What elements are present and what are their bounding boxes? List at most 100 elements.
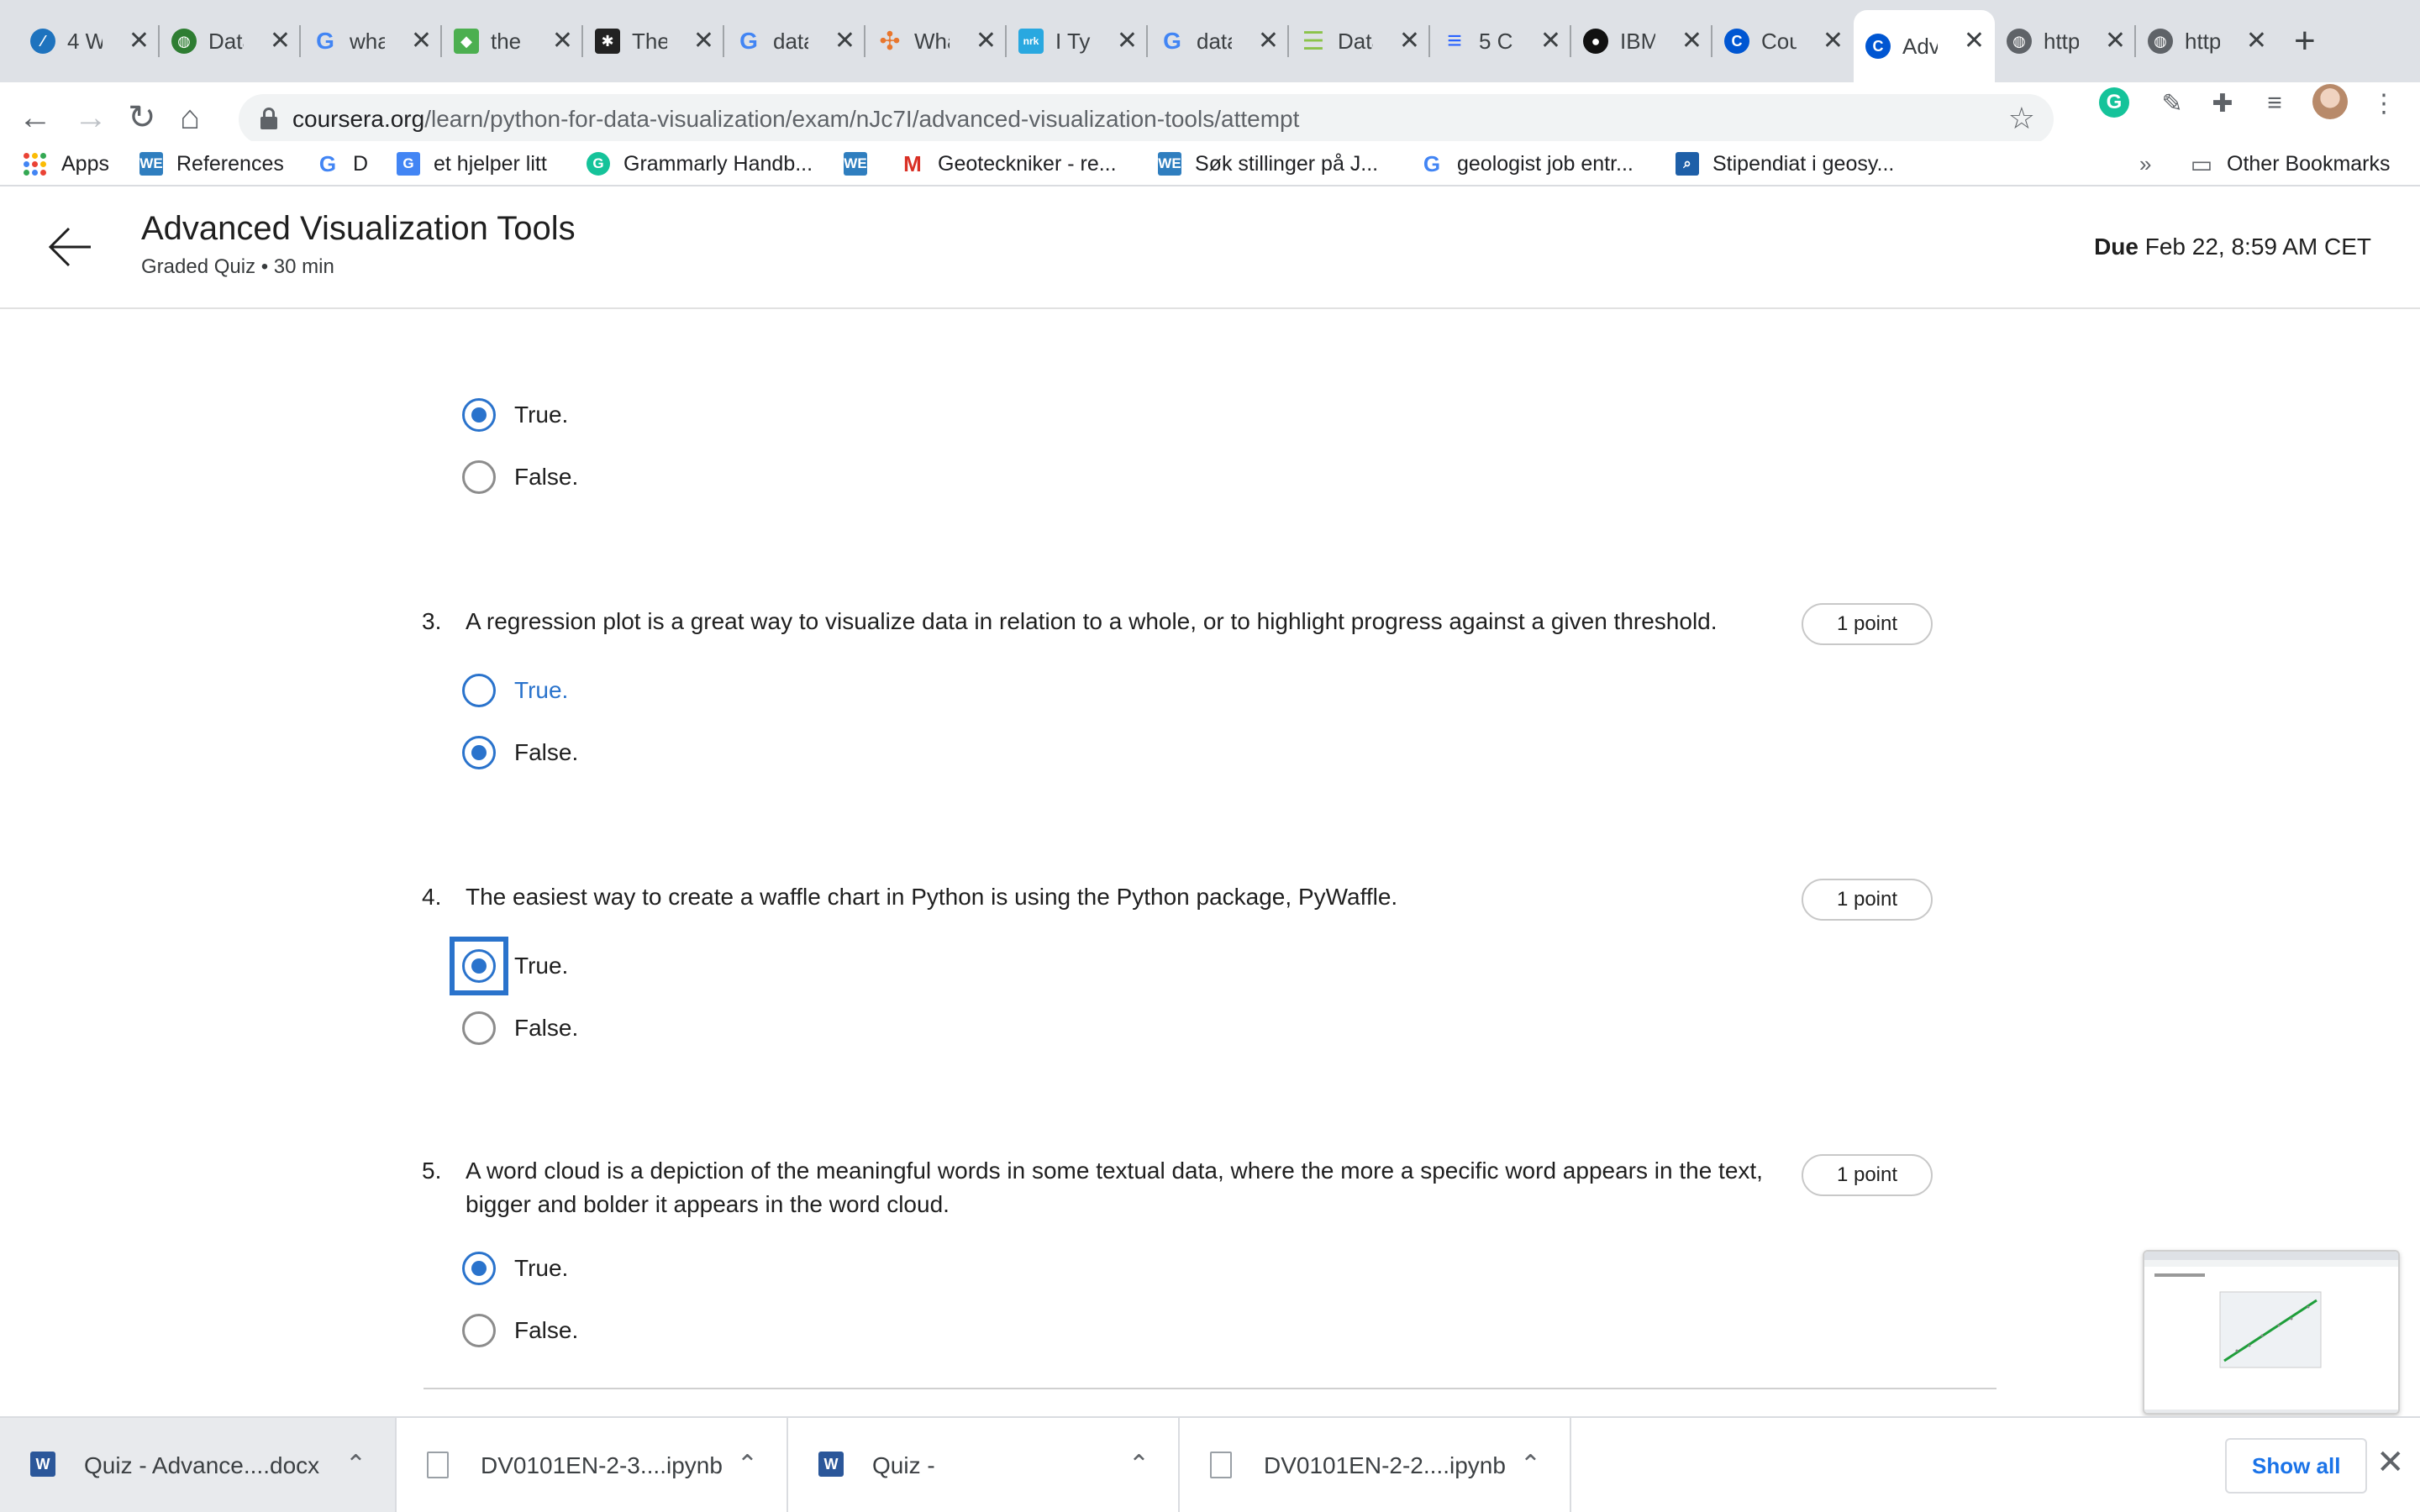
close-tab-icon[interactable]: ✕ [1681,27,1702,55]
bookmark-references[interactable]: WE References [139,150,284,178]
bookmark-apps[interactable]: Apps [24,150,109,178]
grammarly-extension-icon[interactable]: G [2099,87,2129,118]
browser-tab[interactable]: C Cou ✕ [1712,10,1854,72]
close-tab-icon[interactable]: ✕ [1540,27,1561,55]
divider [424,1388,1996,1389]
option-false[interactable]: False. [462,1312,578,1349]
bookmark-translate[interactable]: G et hjelper litt [397,150,547,178]
option-true[interactable]: True. [462,396,568,433]
reading-list-icon[interactable]: ≡ [2259,87,2291,119]
download-item[interactable]: W Quiz - ⌃ [788,1418,1180,1512]
option-false[interactable]: False. [462,1010,578,1047]
close-tab-icon[interactable]: ✕ [1964,27,1985,55]
browser-tab[interactable]: ⁄ 4 Ways ✕ [18,10,160,72]
browser-tab[interactable]: ◍ http ✕ [1995,10,2136,72]
radio-unselected[interactable] [462,1011,496,1045]
we-icon: WE [139,152,163,176]
close-tab-icon[interactable]: ✕ [270,27,291,55]
radio-unselected[interactable] [462,674,496,707]
question-number: 3. [422,608,442,634]
bookmark-we[interactable]: WE [844,150,881,178]
option-false[interactable]: False. [462,459,578,496]
close-tab-icon[interactable]: ✕ [1399,27,1420,55]
lock-icon[interactable] [260,108,277,129]
profile-avatar[interactable] [2312,84,2348,119]
bars-icon: ☰ [1302,27,1325,55]
chevron-up-icon[interactable]: ⌃ [345,1450,366,1479]
option-true[interactable]: True. [450,937,568,995]
extensions-puzzle-icon[interactable]: ✚ [2207,87,2238,119]
browser-tab[interactable]: ☰ Data ✕ [1289,10,1430,72]
bookmark-sok-stillinger[interactable]: WE Søk stillinger på J... [1158,150,1378,178]
browser-tab[interactable]: ✱ The ✕ [583,10,724,72]
browser-tab[interactable]: ◍ http ✕ [2136,10,2277,72]
download-filename: Quiz - [872,1452,935,1478]
browser-tab-active[interactable]: C Adv ✕ [1854,10,1995,82]
download-item[interactable]: W Quiz - Advance....docx ⌃ [0,1418,397,1512]
option-false[interactable]: False. [462,734,578,771]
bookmark-d[interactable]: G D [316,150,368,178]
close-tab-icon[interactable]: ✕ [1258,27,1279,55]
browser-tab[interactable]: G data ✕ [1148,10,1289,72]
we-icon: WE [1158,152,1181,176]
radio-selected[interactable] [450,937,508,995]
browser-tab[interactable]: ≡ 5 C ✕ [1430,10,1571,72]
close-icon[interactable]: ✕ [2376,1443,2405,1482]
menu-kebab-icon[interactable]: ⋮ [2368,87,2400,119]
close-tab-icon[interactable]: ✕ [411,27,432,55]
bookmark-stipendiat[interactable]: ⌕ Stipendiat i geosy... [1676,150,1894,178]
browser-tab[interactable]: ✣ What ✕ [865,10,1007,72]
close-tab-icon[interactable]: ✕ [693,27,714,55]
browser-tab[interactable]: ● IBM ✕ [1571,10,1712,72]
browser-tab-strip: ⁄ 4 Ways ✕ ◍ Data ✕ G what ✕ ◆ the ✕ ✱ T… [0,0,2420,82]
other-bookmarks[interactable]: ▭ Other Bookmarks [2190,150,2391,178]
google-icon: G [316,28,334,54]
close-tab-icon[interactable]: ✕ [976,27,997,55]
close-tab-icon[interactable]: ✕ [129,27,150,55]
browser-tab[interactable]: G data ✕ [724,10,865,72]
chevron-up-icon[interactable]: ⌃ [1520,1450,1541,1479]
chevron-up-icon[interactable]: ⌃ [1128,1450,1150,1479]
close-tab-icon[interactable]: ✕ [2105,27,2126,55]
close-tab-icon[interactable]: ✕ [1117,27,1138,55]
radio-selected[interactable] [462,398,496,432]
download-item[interactable]: DV0101EN-2-3....ipynb ⌃ [397,1418,788,1512]
radio-selected[interactable] [462,1252,496,1285]
bookmark-star-icon[interactable]: ☆ [2008,101,2035,136]
close-tab-icon[interactable]: ✕ [552,27,573,55]
bookmark-geologist-job[interactable]: G geologist job entr... [1420,150,1634,178]
address-bar[interactable]: coursera.org/learn/python-for-data-visua… [239,94,2054,144]
forward-icon[interactable]: → [74,99,108,136]
option-true[interactable]: True. [462,1250,568,1287]
back-icon[interactable]: ← [18,99,52,136]
home-icon[interactable]: ⌂ [180,99,200,136]
show-all-button[interactable]: Show all [2225,1438,2368,1494]
new-tab-icon[interactable]: + [2294,20,2316,62]
reload-icon[interactable]: ↻ [128,99,156,136]
eyedropper-extension-icon[interactable]: ✎ [2156,87,2188,119]
download-item[interactable]: DV0101EN-2-2....ipynb ⌃ [1180,1418,1571,1512]
browser-tab[interactable]: nrk I Ty ✕ [1007,10,1148,72]
word-doc-icon: W [30,1452,55,1477]
folder-icon: ▭ [2190,150,2213,177]
question-text: A word cloud is a depiction of the meani… [466,1158,1763,1217]
close-tab-icon[interactable]: ✕ [2246,27,2267,55]
page-title: Advanced Visualization Tools [141,210,576,247]
browser-tab[interactable]: ◆ the ✕ [442,10,583,72]
bookmark-geoteckniker[interactable]: M Geoteckniker - re... [901,150,1116,178]
option-true[interactable]: True. [462,672,568,709]
download-filename: DV0101EN-2-2....ipynb [1264,1452,1506,1478]
radio-selected[interactable] [462,736,496,769]
screenshot-thumbnail[interactable] [2143,1250,2400,1415]
close-tab-icon[interactable]: ✕ [1823,27,1844,55]
bookmark-grammarly[interactable]: G Grammarly Handb... [587,150,813,178]
browser-tab[interactable]: G what ✕ [301,10,442,72]
browser-tab[interactable]: ◍ Data ✕ [160,10,301,72]
radio-unselected[interactable] [462,1314,496,1347]
close-tab-icon[interactable]: ✕ [834,27,855,55]
bookmarks-overflow[interactable]: » [2139,150,2151,178]
url-text[interactable]: coursera.org/learn/python-for-data-visua… [292,106,1299,133]
back-arrow-icon[interactable] [47,223,94,270]
radio-unselected[interactable] [462,460,496,494]
chevron-up-icon[interactable]: ⌃ [737,1450,758,1479]
